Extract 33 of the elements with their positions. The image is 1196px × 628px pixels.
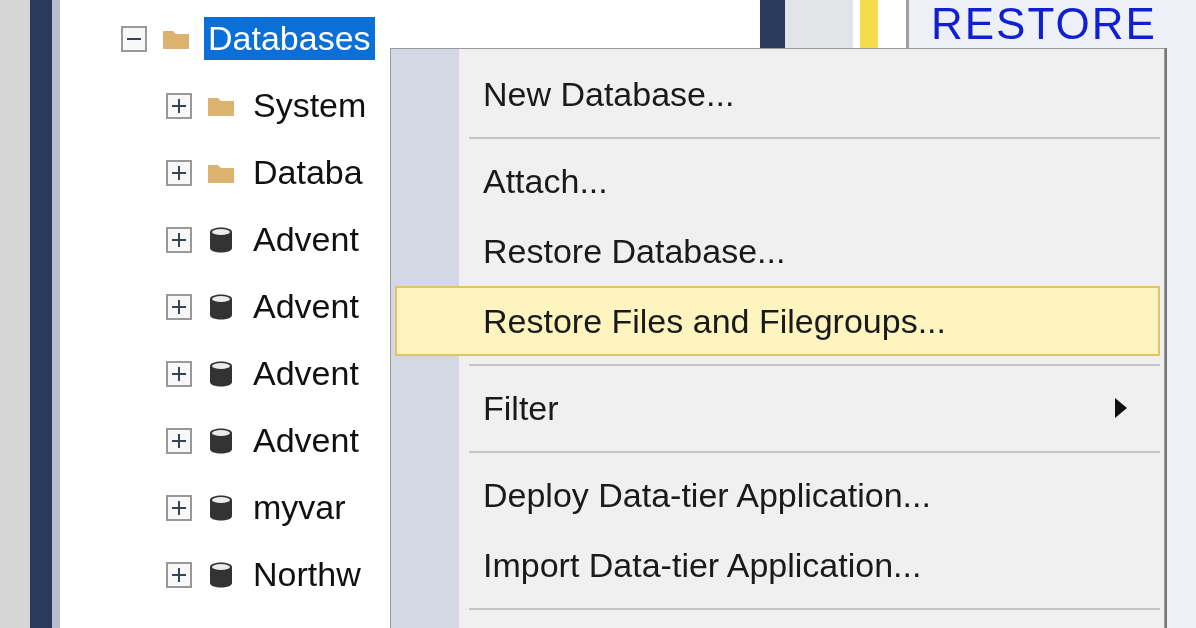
menu-item[interactable]: Restore Files and Filegroups... bbox=[395, 286, 1160, 356]
tree-item[interactable]: Databa bbox=[249, 151, 367, 194]
menu-item[interactable]: New Database... bbox=[395, 59, 1160, 129]
menu-item[interactable]: Restore Database... bbox=[395, 216, 1160, 286]
menu-item[interactable]: Import Data-tier Application... bbox=[395, 530, 1160, 600]
expand-icon[interactable] bbox=[165, 426, 193, 455]
menu-item[interactable]: Attach... bbox=[395, 146, 1160, 216]
submenu-arrow-icon bbox=[1114, 397, 1128, 419]
tree-item[interactable]: Northw bbox=[249, 553, 365, 596]
database-icon bbox=[207, 426, 235, 455]
menu-item[interactable]: Deploy Data-tier Application... bbox=[395, 460, 1160, 530]
expand-icon[interactable] bbox=[165, 225, 193, 254]
database-icon bbox=[207, 560, 235, 589]
menu-item[interactable]: Filter bbox=[395, 373, 1160, 443]
tree-item[interactable]: Advent bbox=[249, 352, 363, 395]
expand-icon[interactable] bbox=[165, 158, 193, 187]
expand-icon[interactable] bbox=[165, 292, 193, 321]
code-text: RESTORE bbox=[931, 0, 1157, 48]
database-icon bbox=[207, 292, 235, 321]
tree-item[interactable]: myvar bbox=[249, 486, 350, 529]
tree-item[interactable]: Databases bbox=[204, 17, 375, 60]
tree-item[interactable]: Advent bbox=[249, 285, 363, 328]
collapse-icon[interactable] bbox=[120, 24, 148, 53]
tree-item[interactable]: Advent bbox=[249, 419, 363, 462]
expand-icon[interactable] bbox=[165, 560, 193, 589]
database-icon bbox=[207, 225, 235, 254]
database-icon bbox=[207, 493, 235, 522]
expand-icon[interactable] bbox=[165, 493, 193, 522]
database-icon bbox=[207, 359, 235, 388]
tree-item[interactable]: Advent bbox=[249, 218, 363, 261]
expand-icon[interactable] bbox=[165, 91, 193, 120]
tree-item[interactable]: System bbox=[249, 84, 371, 127]
expand-icon[interactable] bbox=[165, 359, 193, 388]
